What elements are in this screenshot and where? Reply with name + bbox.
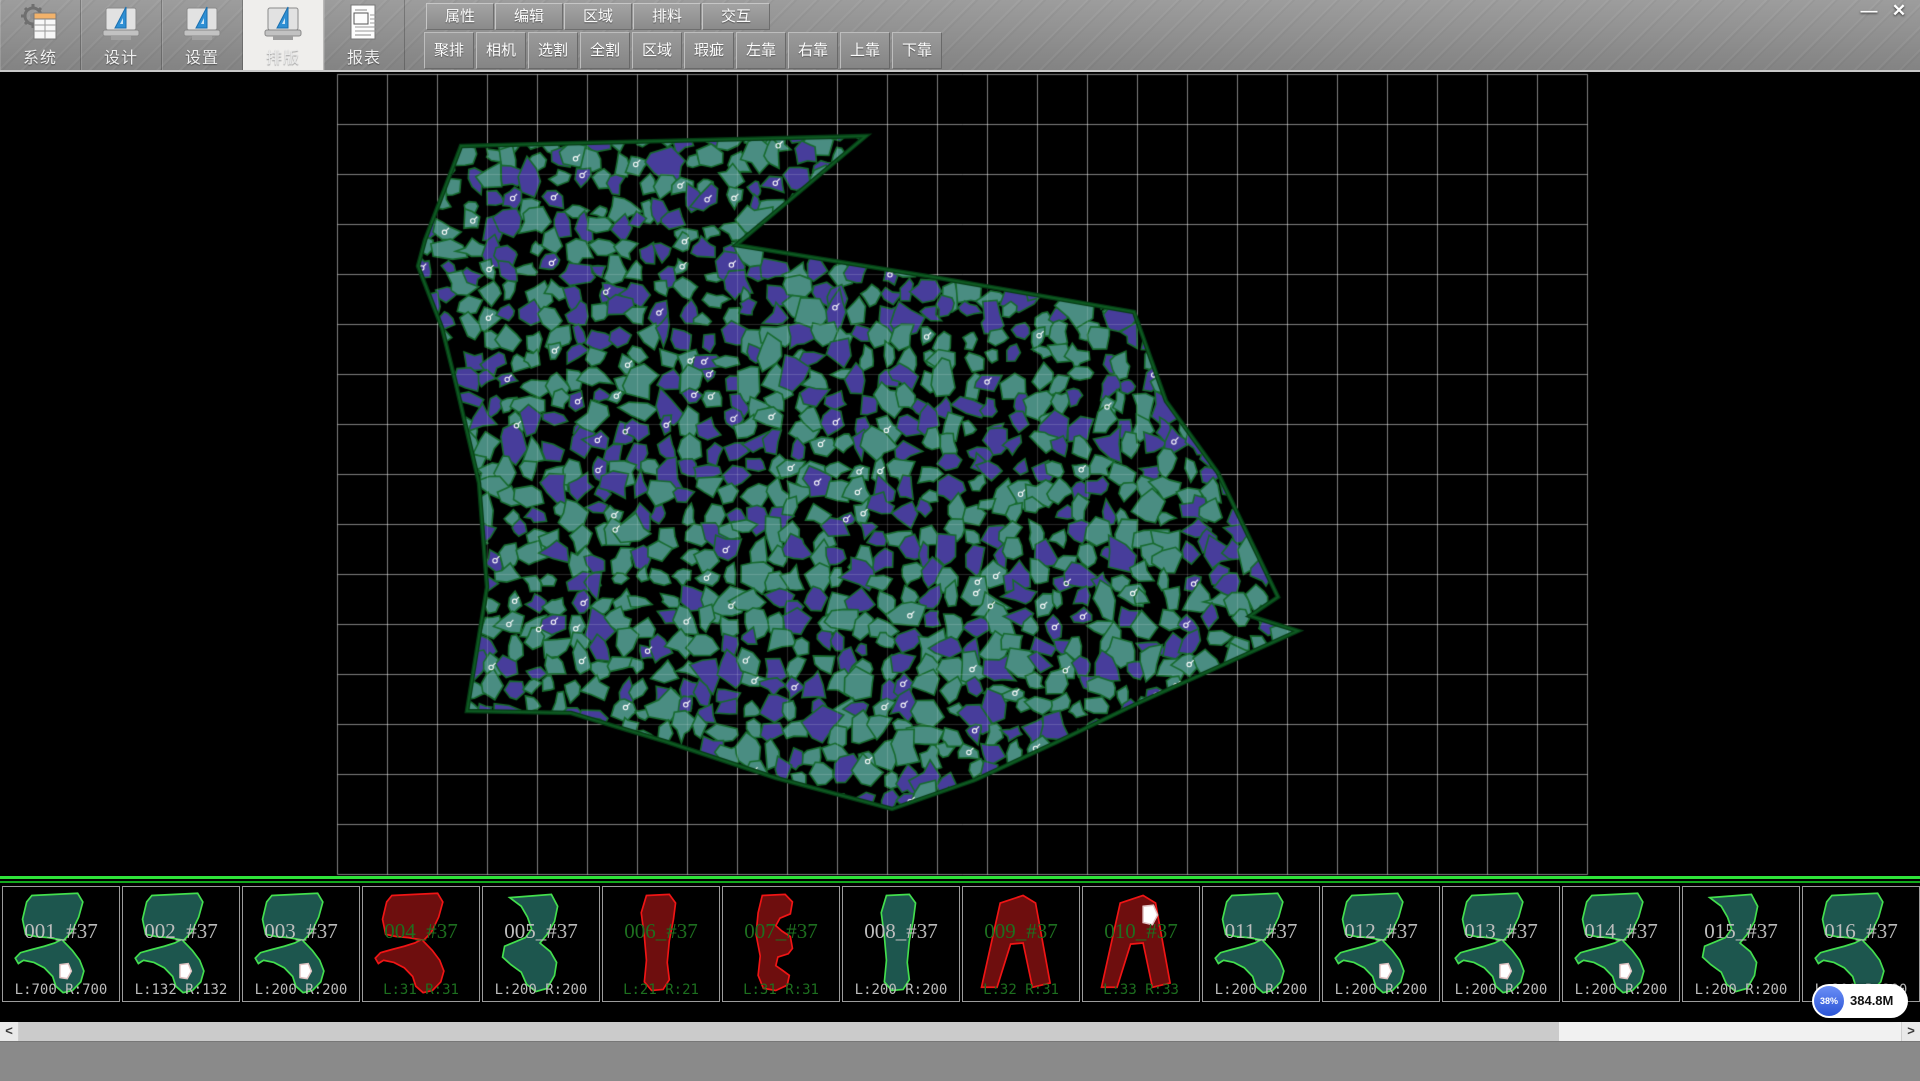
scroll-right-arrow-icon[interactable]: > <box>1901 1022 1920 1041</box>
tool-button-1[interactable]: 聚排 <box>424 32 474 69</box>
piece-shape-icon <box>969 889 1073 997</box>
piece-shape-icon <box>249 889 353 997</box>
menu-tab-1[interactable]: 属性 <box>426 3 494 30</box>
menu-tab-2[interactable]: 编辑 <box>495 3 563 30</box>
tool-button-5[interactable]: 区域 <box>632 32 682 69</box>
piece-shape-icon <box>1089 889 1193 997</box>
piece-shape-icon <box>729 889 833 997</box>
close-button[interactable]: ✕ <box>1884 0 1914 24</box>
toolbar-button-label: 报表 <box>324 44 404 68</box>
piece-thumbnail-012[interactable]: 012_#37L:200 R:200 <box>1322 886 1440 1002</box>
piece-thumbnail-013[interactable]: 013_#37L:200 R:200 <box>1442 886 1560 1002</box>
horizontal-scrollbar[interactable]: < > <box>0 1022 1920 1041</box>
scroll-left-arrow-icon[interactable]: < <box>0 1022 19 1041</box>
piece-thumbnail-001[interactable]: 001_#37L:700 R:700 <box>2 886 120 1002</box>
piece-thumbnail-005[interactable]: 005_#37L:200 R:200 <box>482 886 600 1002</box>
piece-thumbnail-002[interactable]: 002_#37L:132 R:132 <box>122 886 240 1002</box>
minimize-button[interactable]: — <box>1854 0 1884 24</box>
gear-table-icon <box>18 2 62 46</box>
settings-ruler-icon <box>180 2 224 46</box>
piece-shape-icon <box>129 889 233 997</box>
toolbar-button-4[interactable]: 排版 <box>243 0 324 70</box>
piece-thumbnail-list: 001_#37L:700 R:700002_#37L:132 R:132003_… <box>0 886 1920 1002</box>
status-bar <box>0 1041 1920 1081</box>
scrollbar-thumb[interactable] <box>19 1022 1559 1041</box>
nesting-ruler-icon <box>261 2 305 46</box>
main-toolbar: 系统设计设置排版报表 <box>0 0 405 70</box>
piece-thumbnail-007[interactable]: 007_#37L:31 R:31 <box>722 886 840 1002</box>
menu-tab-bar: 属性编辑区域排料交互 <box>426 3 771 30</box>
memory-usage-badge: 38% 384.8M <box>1812 984 1908 1018</box>
toolbar-button-label: 排版 <box>243 44 323 68</box>
piece-shape-icon <box>9 889 113 997</box>
titlebar: 系统设计设置排版报表 属性编辑区域排料交互 聚排相机选割全割区域瑕疵左靠右靠上靠… <box>0 0 1920 72</box>
tool-button-9[interactable]: 上靠 <box>840 32 890 69</box>
report-doc-icon <box>342 2 386 46</box>
toolbar-button-1[interactable]: 系统 <box>0 0 81 70</box>
menu-tab-4[interactable]: 排料 <box>633 3 701 30</box>
tool-button-7[interactable]: 左靠 <box>736 32 786 69</box>
piece-thumbnail-009[interactable]: 009_#37L:32 R:31 <box>962 886 1080 1002</box>
piece-shape-icon <box>1449 889 1553 997</box>
toolbar-button-3[interactable]: 设置 <box>162 0 243 70</box>
memory-percent-indicator: 38% <box>1814 986 1844 1016</box>
piece-thumbnail-010[interactable]: 010_#37L:33 R:33 <box>1082 886 1200 1002</box>
nesting-workspace-canvas[interactable] <box>0 72 1920 876</box>
piece-thumbnail-014[interactable]: 014_#37L:200 R:200 <box>1562 886 1680 1002</box>
tool-button-6[interactable]: 瑕疵 <box>684 32 734 69</box>
window-controls: — ✕ <box>1854 0 1914 24</box>
piece-shape-icon <box>1809 889 1913 997</box>
design-ruler-icon <box>99 2 143 46</box>
piece-shape-icon <box>369 889 473 997</box>
toolbar-button-label: 设计 <box>81 44 161 68</box>
piece-shape-icon <box>1209 889 1313 997</box>
piece-thumbnail-008[interactable]: 008_#37L:200 R:200 <box>842 886 960 1002</box>
piece-thumbnail-011[interactable]: 011_#37L:200 R:200 <box>1202 886 1320 1002</box>
menu-tab-5[interactable]: 交互 <box>702 3 770 30</box>
piece-shape-icon <box>609 889 713 997</box>
piece-thumbnail-006[interactable]: 006_#37L:21 R:21 <box>602 886 720 1002</box>
piece-thumbnail-strip: 001_#37L:700 R:700002_#37L:132 R:132003_… <box>0 876 1920 1022</box>
piece-shape-icon <box>1569 889 1673 997</box>
piece-shape-icon <box>849 889 953 997</box>
tool-button-2[interactable]: 相机 <box>476 32 526 69</box>
menu-tab-3[interactable]: 区域 <box>564 3 632 30</box>
piece-shape-icon <box>1689 889 1793 997</box>
toolbar-button-5[interactable]: 报表 <box>324 0 405 70</box>
toolbar-button-label: 系统 <box>0 44 80 68</box>
piece-shape-icon <box>1329 889 1433 997</box>
toolbar-button-label: 设置 <box>162 44 242 68</box>
tool-button-10[interactable]: 下靠 <box>892 32 942 69</box>
piece-thumbnail-015[interactable]: 015_#37L:200 R:200 <box>1682 886 1800 1002</box>
toolbar-button-2[interactable]: 设计 <box>81 0 162 70</box>
tool-button-3[interactable]: 选割 <box>528 32 578 69</box>
tool-button-row: 聚排相机选割全割区域瑕疵左靠右靠上靠下靠 <box>424 32 944 69</box>
piece-thumbnail-004[interactable]: 004_#37L:31 R:31 <box>362 886 480 1002</box>
piece-shape-icon <box>489 889 593 997</box>
tool-button-4[interactable]: 全割 <box>580 32 630 69</box>
piece-thumbnail-003[interactable]: 003_#37L:200 R:200 <box>242 886 360 1002</box>
tool-button-8[interactable]: 右靠 <box>788 32 838 69</box>
memory-size-value: 384.8M <box>1850 984 1893 1018</box>
